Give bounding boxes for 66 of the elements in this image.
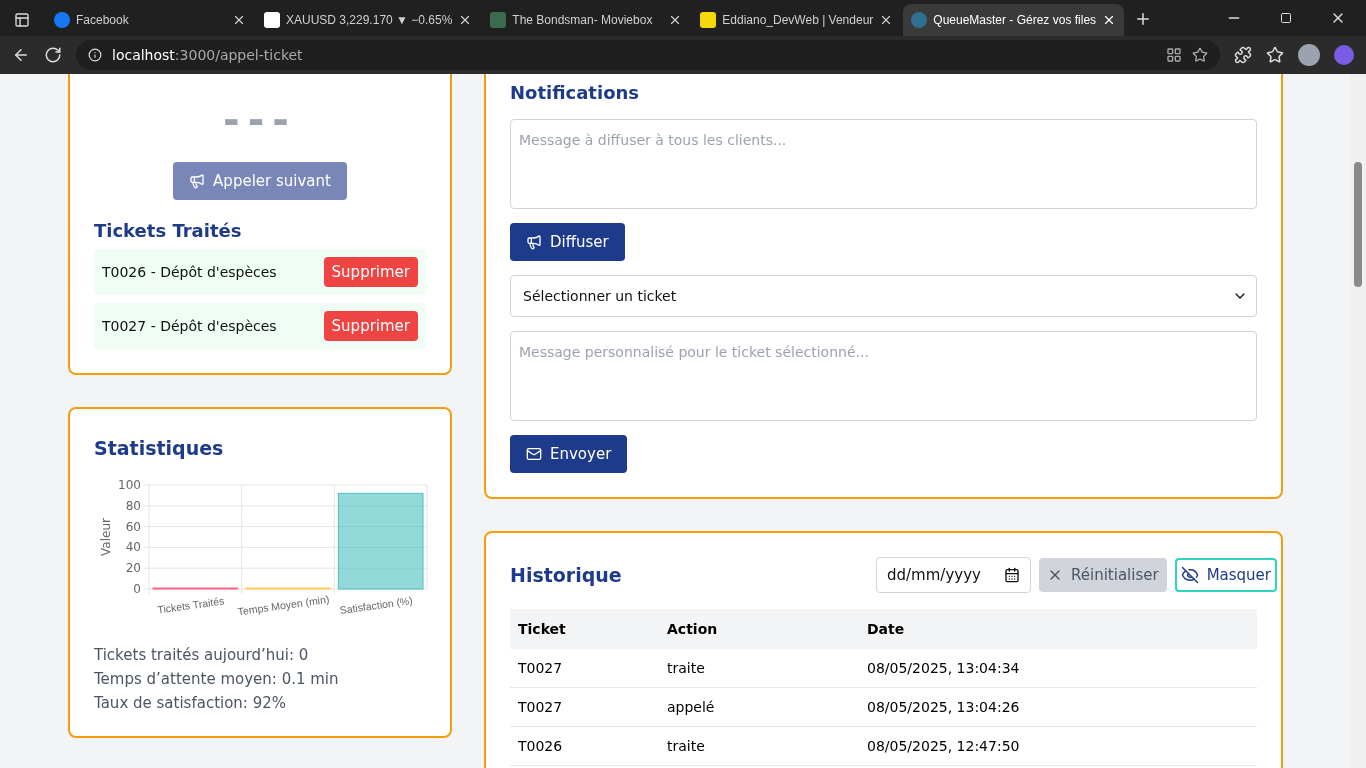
table-cell: T0027 <box>510 687 659 727</box>
stat-line: Taux de satisfaction: 92% <box>94 694 288 712</box>
eye-off-icon <box>1180 566 1199 584</box>
axis-tick-label: 0 <box>133 582 141 596</box>
axis-tick-label: 100 <box>118 478 141 492</box>
back-icon[interactable] <box>12 46 30 64</box>
close-icon[interactable] <box>232 13 246 27</box>
ticket-select[interactable]: Sélectionner un ticket <box>510 275 1257 317</box>
assistant-icon[interactable] <box>1334 45 1354 65</box>
site-icon <box>264 12 280 28</box>
reload-icon[interactable] <box>44 46 62 64</box>
scrollbar-thumb[interactable] <box>1354 162 1362 287</box>
section-title: Statistiques <box>94 437 225 459</box>
site-icon <box>490 12 507 28</box>
megaphone-icon <box>189 173 206 189</box>
axis-tick-label: 60 <box>125 519 141 534</box>
axis-tick-label: Temps Moyen (min) <box>236 592 330 618</box>
tab-actions-icon[interactable] <box>14 12 30 28</box>
axis-tick-label: 40 <box>125 540 141 555</box>
section-title: Notifications <box>510 82 641 103</box>
delete-button[interactable]: Supprimer <box>323 257 418 287</box>
table-cell: T0026 <box>510 726 659 766</box>
avatar-icon[interactable] <box>1298 44 1320 66</box>
site-icon <box>911 12 928 28</box>
hide-button[interactable]: Masquer <box>1174 558 1277 592</box>
call-next-button[interactable]: Appeler suivant <box>173 162 347 200</box>
column-header: Ticket <box>510 609 659 649</box>
info-icon[interactable] <box>88 48 102 62</box>
section-title: Tickets Traités <box>94 220 243 241</box>
section-title: Historique <box>510 564 622 586</box>
maximize-icon[interactable] <box>1280 12 1292 24</box>
site-icon <box>54 12 70 28</box>
ticket-label: T0026 - Dépôt d'espèces <box>102 264 277 280</box>
broadcast-button[interactable]: Diffuser <box>510 223 625 261</box>
axis-tick-label: Satisfaction (%) <box>338 594 414 617</box>
axis-tick-label: 20 <box>125 561 141 576</box>
axis-tick-label: Tickets Traités <box>156 594 225 616</box>
table-cell: 08/05/2025, 13:04:26 <box>859 687 1257 727</box>
table-cell: traite <box>659 649 859 688</box>
column-header: Action <box>659 609 859 649</box>
star-icon[interactable] <box>1192 47 1208 63</box>
address-bar[interactable]: localhost:3000/appel-ticket <box>76 40 1220 70</box>
browser-tab[interactable]: QueueMaster - Gérez vos files <box>903 4 1125 36</box>
mail-icon <box>526 446 542 462</box>
site-icon <box>700 12 717 28</box>
extensions-icon[interactable] <box>1234 46 1252 64</box>
favorites-icon[interactable] <box>1266 46 1284 64</box>
column-header: Date <box>859 609 1257 649</box>
ticket-label: T0027 - Dépôt d'espèces <box>102 318 277 334</box>
table-cell: T0027 <box>510 649 659 688</box>
current-ticket-number: --- <box>222 100 298 140</box>
table-cell: 08/05/2025, 12:47:50 <box>859 726 1257 766</box>
delete-button[interactable]: Supprimer <box>323 311 418 341</box>
reset-button[interactable]: Réinitialiser <box>1039 558 1167 592</box>
table-cell: 08/05/2025, 13:04:34 <box>859 649 1257 688</box>
table-cell: appelé <box>659 687 859 727</box>
stat-line: Temps d’attente moyen: 0.1 min <box>94 670 340 688</box>
stat-line: Tickets traités aujourd’hui: 0 <box>94 646 310 664</box>
send-button[interactable]: Envoyer <box>510 435 628 473</box>
grid-icon[interactable] <box>1166 47 1182 63</box>
date-field[interactable]: dd/mm/yyyy <box>876 557 1031 593</box>
calendar-icon[interactable] <box>1004 567 1020 583</box>
table-cell: traite <box>659 726 859 766</box>
megaphone-icon <box>526 234 542 250</box>
axis-title: Valeur <box>99 518 113 556</box>
axis-tick-label: 80 <box>125 498 141 513</box>
